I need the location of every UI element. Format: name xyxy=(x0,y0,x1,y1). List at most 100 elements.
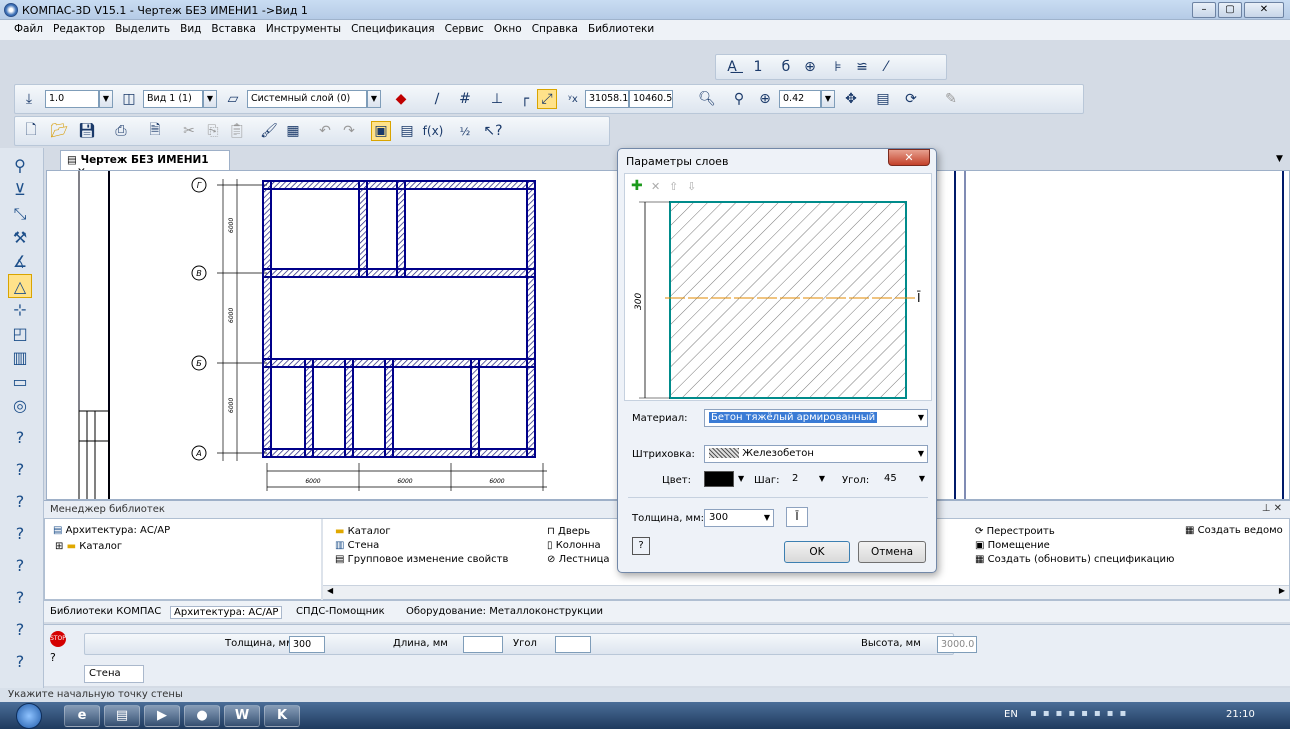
stop-icon[interactable]: STOP xyxy=(50,631,66,647)
measure-icon[interactable]: △ xyxy=(8,274,32,298)
angle-field[interactable] xyxy=(555,636,591,653)
color-swatch[interactable] xyxy=(704,471,734,487)
library-icon[interactable]: ▤ xyxy=(397,121,417,141)
list-item[interactable]: ▯ Колонна xyxy=(547,539,610,553)
dialog-close-button[interactable]: ✕ xyxy=(888,149,930,166)
wall-tab[interactable]: Стена xyxy=(84,665,144,683)
view-combo[interactable]: Вид 1 (1) xyxy=(143,90,203,108)
local-cs-icon[interactable]: ⊥ xyxy=(487,89,507,109)
tree-icon[interactable]: ▦ xyxy=(283,121,303,141)
save-icon[interactable]: 💾︎ xyxy=(77,121,97,141)
list-item[interactable]: ▤ Групповое изменение свойств xyxy=(335,553,508,567)
zoom-dropdown[interactable]: ▼ xyxy=(821,90,835,108)
view-dropdown[interactable]: ▼ xyxy=(203,90,217,108)
help-icon[interactable]: ? xyxy=(50,651,56,664)
geometry-icon[interactable]: ⚲ xyxy=(8,154,32,178)
units-icon[interactable]: ½ xyxy=(455,121,475,141)
menu-window[interactable]: Окно xyxy=(489,20,527,35)
thickness-field[interactable]: 300 xyxy=(289,636,325,653)
list-item[interactable]: ▣ Помещение xyxy=(975,539,1174,553)
preview-icon[interactable]: 🗎 xyxy=(145,121,165,141)
document-tab[interactable]: ▤ Чертеж БЕЗ ИМЕНИ1 ✕ xyxy=(60,150,230,178)
tree-child[interactable]: ⊞ ▬ Каталог xyxy=(55,541,122,552)
cancel-button[interactable]: Отмена xyxy=(858,541,926,563)
help-pointer-icon[interactable]: ↖? xyxy=(483,121,503,141)
redraw-icon[interactable]: ▤ xyxy=(873,89,893,109)
menu-help[interactable]: Справка xyxy=(527,20,583,35)
mark-icon[interactable]: ≌ xyxy=(852,57,872,77)
print-icon[interactable]: ⎙ xyxy=(111,121,131,141)
selection-icon[interactable]: ⊹ xyxy=(8,298,32,322)
open-file-icon[interactable]: 📂︎ xyxy=(49,121,69,141)
menu-insert[interactable]: Вставка xyxy=(206,20,261,35)
start-button[interactable] xyxy=(16,703,42,729)
list-item[interactable]: ▬ Каталог xyxy=(335,525,508,539)
new-file-icon[interactable]: 🗋 xyxy=(21,121,41,141)
edit-icon[interactable]: ⚒ xyxy=(8,226,32,250)
zoom-in-icon[interactable]: ⊕ xyxy=(755,89,775,109)
ie-icon[interactable]: e xyxy=(64,705,100,727)
manager-icon[interactable]: ▣ xyxy=(371,121,391,141)
length-field[interactable] xyxy=(463,636,503,653)
pan-icon[interactable]: ✥ xyxy=(841,89,861,109)
parametrization-icon[interactable]: ∡ xyxy=(8,250,32,274)
tab-architecture[interactable]: Архитектура: АС/АР xyxy=(170,606,283,619)
undo-icon[interactable]: ↶ xyxy=(315,121,335,141)
list-item[interactable]: ▦ Создать (обновить) спецификацию xyxy=(975,553,1174,567)
coord-y-field[interactable]: 10460.5 xyxy=(629,90,673,108)
color-dropdown-icon[interactable]: ▼ xyxy=(738,474,744,483)
menu-service[interactable]: Сервис xyxy=(440,20,489,35)
ortho-icon[interactable]: ∕ xyxy=(427,89,447,109)
measure-angle-icon[interactable]: ? xyxy=(8,458,32,482)
thickness-select[interactable]: 300 ▼ xyxy=(704,509,774,527)
specification-icon[interactable]: ▥ xyxy=(8,346,32,370)
list-item[interactable]: ⟳ Перестроить xyxy=(975,525,1174,539)
height-field[interactable]: 3000.0 xyxy=(937,636,977,653)
mass-center-icon[interactable]: ? xyxy=(8,554,32,578)
pin-close-icon[interactable]: ⊥ ✕ xyxy=(1262,503,1282,514)
designations-icon[interactable]: ⤡ xyxy=(8,202,32,226)
roughness-icon[interactable]: б xyxy=(776,57,796,77)
tray-icons[interactable]: ▪▪▪▪▪▪▪▪ xyxy=(1030,708,1132,719)
cut-icon[interactable]: ✂ xyxy=(179,121,199,141)
layer-combo[interactable]: Системный слой (0) xyxy=(247,90,367,108)
step-select[interactable]: 2 ▼ xyxy=(788,471,828,489)
list-item[interactable]: ▦ Создать ведомо xyxy=(1185,525,1283,536)
refresh-icon[interactable]: ⟳ xyxy=(901,89,921,109)
measure-area-icon[interactable]: ? xyxy=(8,522,32,546)
tolerance-icon[interactable]: ⁄ xyxy=(876,57,896,77)
leader-icon[interactable]: ⊧ xyxy=(828,57,848,77)
help-icon[interactable]: ? xyxy=(632,537,650,555)
list-item[interactable]: ⊘ Лестница xyxy=(547,553,610,567)
delete-layer-icon[interactable]: ✕ xyxy=(651,180,660,193)
close-button[interactable]: ✕ xyxy=(1244,2,1284,18)
snap-icon[interactable]: ⤢ xyxy=(537,89,557,109)
mcc-icon[interactable]: ? xyxy=(8,618,32,642)
measure-length-icon[interactable]: ? xyxy=(8,490,32,514)
scale-dropdown[interactable]: ▼ xyxy=(99,90,113,108)
layer-dropdown[interactable]: ▼ xyxy=(367,90,381,108)
tabs-dropdown-icon[interactable]: ▼ xyxy=(1276,154,1283,164)
move-down-icon[interactable]: ⇩ xyxy=(687,180,696,193)
zoom-window-icon[interactable]: 🔍︎ xyxy=(697,89,717,109)
add-layer-icon[interactable]: ✚ xyxy=(631,178,643,194)
menu-file[interactable]: Файл xyxy=(0,20,48,35)
scale-combo[interactable]: 1.0 xyxy=(45,90,99,108)
angle-select[interactable]: 45 ▼ xyxy=(880,471,928,489)
grid-icon[interactable]: # xyxy=(455,89,475,109)
insert-icon[interactable]: ◎ xyxy=(8,394,32,418)
word-icon[interactable]: W xyxy=(224,705,260,727)
bulk-measure-icon[interactable]: ? xyxy=(8,650,32,674)
menu-libraries[interactable]: Библиотеки xyxy=(583,20,659,35)
menu-specification[interactable]: Спецификация xyxy=(346,20,440,35)
properties-brush-icon[interactable]: 🖌︎ xyxy=(259,121,279,141)
dimensions-icon[interactable]: ⊻ xyxy=(8,178,32,202)
menu-edit[interactable]: Редактор xyxy=(48,20,110,35)
horizontal-scrollbar[interactable]: ◀ ▶ xyxy=(323,585,1289,599)
list-item[interactable]: ▥ Стена xyxy=(335,539,508,553)
move-up-icon[interactable]: ⇧ xyxy=(669,180,678,193)
hatch-select[interactable]: Железобетон ▼ xyxy=(704,445,928,463)
language-indicator[interactable]: EN xyxy=(1004,709,1018,720)
material-select[interactable]: Бетон тяжёлый армированный ▼ xyxy=(704,409,928,427)
base-icon[interactable]: ⊕ xyxy=(800,57,820,77)
